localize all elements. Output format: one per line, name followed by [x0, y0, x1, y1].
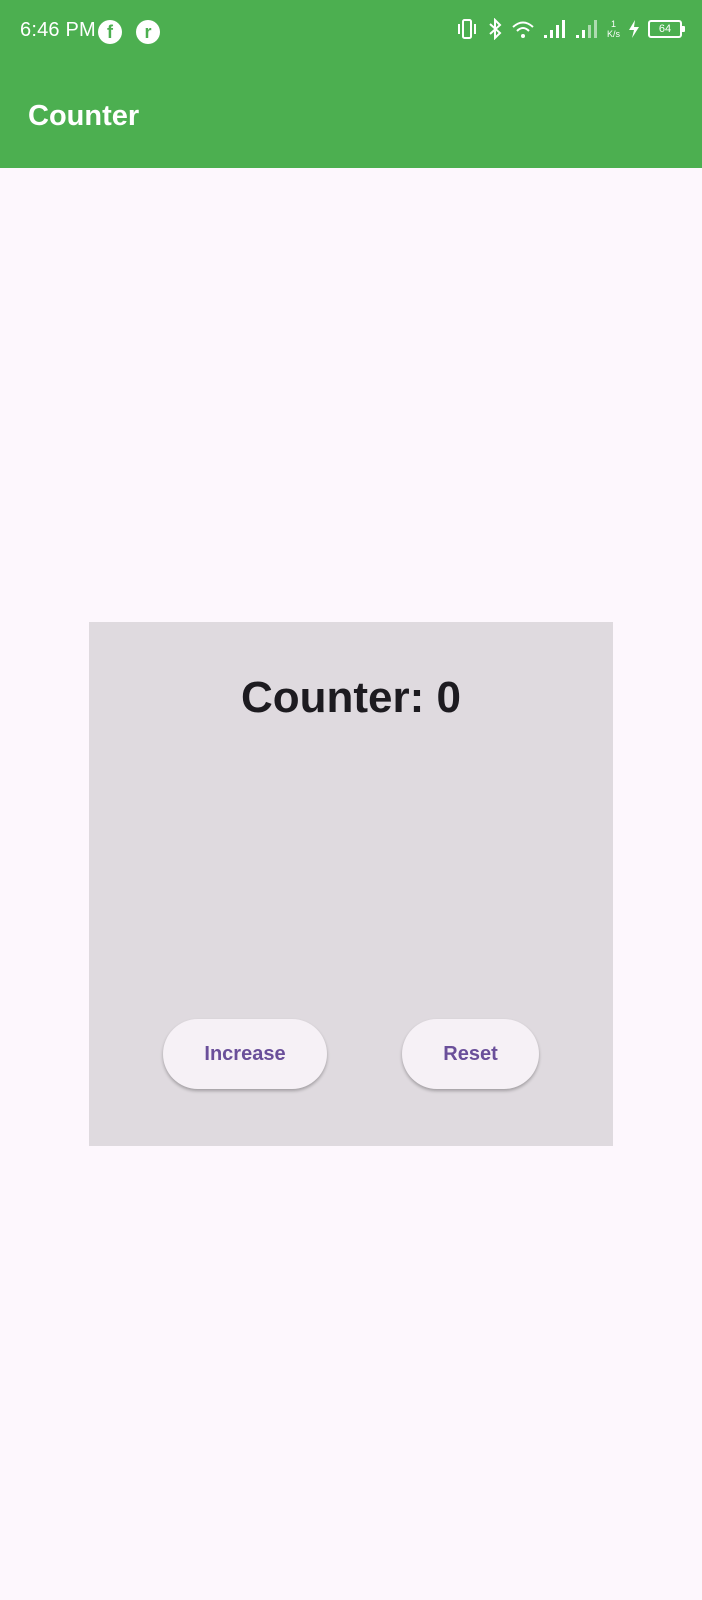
counter-card: Counter: 0 Increase Reset — [89, 622, 613, 1146]
app-bar: 6:46 PM f r 1 K/s 64 Counter — [0, 0, 702, 168]
status-icons: 1 K/s 64 — [455, 18, 685, 40]
page-title: Counter — [28, 100, 140, 132]
increase-button[interactable]: Increase — [163, 1019, 327, 1089]
facebook-icon: f — [98, 20, 122, 44]
bluetooth-icon — [489, 18, 502, 40]
net-speed-value: 1 — [610, 19, 616, 29]
battery-icon: 64 — [648, 20, 685, 38]
status-bar: 6:46 PM f r 1 K/s 64 — [0, 0, 702, 64]
signal-icon — [543, 20, 565, 38]
net-speed: 1 K/s — [607, 19, 620, 39]
signal-icon — [575, 20, 597, 38]
status-time: 6:46 PM — [20, 19, 96, 41]
vibrate-icon — [457, 19, 476, 39]
charging-icon — [629, 20, 639, 38]
app-icon: r — [136, 20, 160, 44]
battery-level: 64 — [658, 23, 672, 35]
wifi-icon — [512, 21, 534, 38]
counter-display: Counter: 0 — [241, 673, 461, 722]
reset-button[interactable]: Reset — [402, 1019, 539, 1089]
net-speed-unit: K/s — [606, 29, 620, 39]
